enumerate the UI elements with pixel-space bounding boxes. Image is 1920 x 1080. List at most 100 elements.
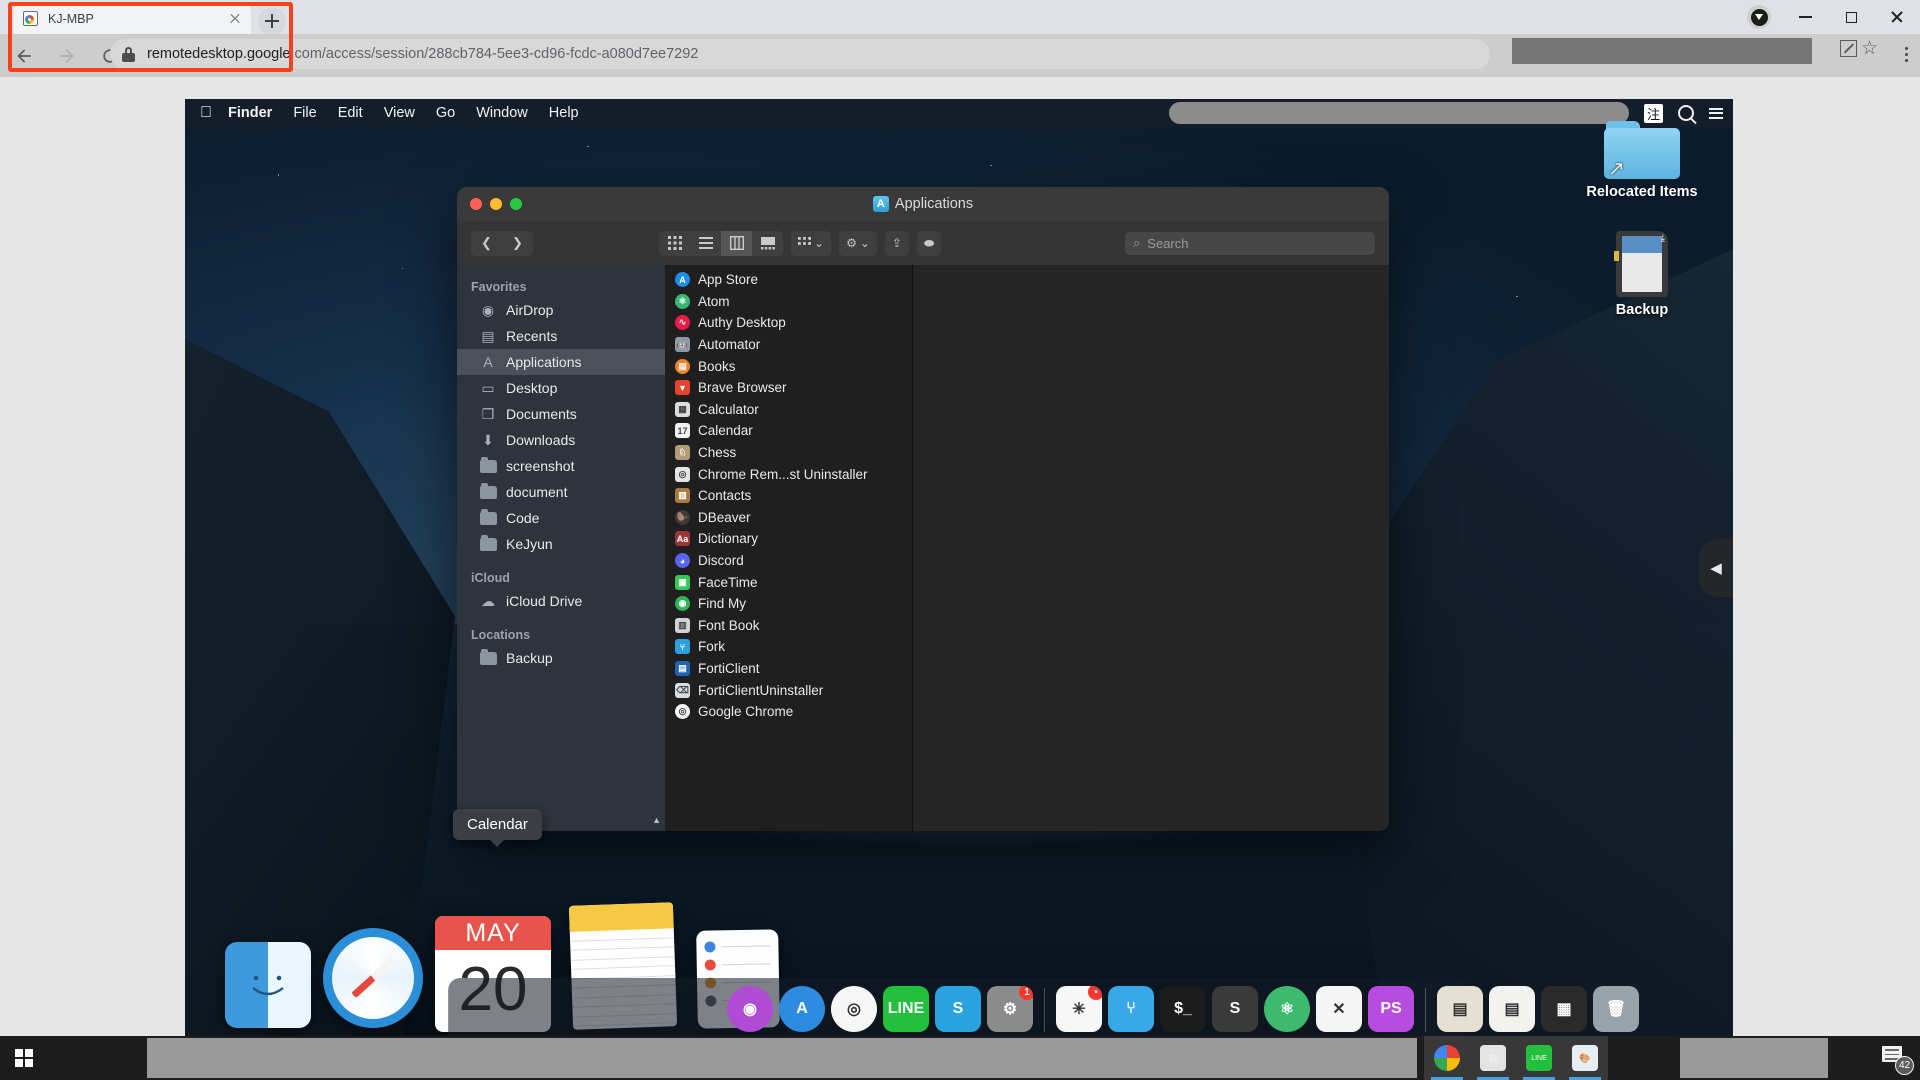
- group-by-button[interactable]: ⌄: [791, 230, 832, 256]
- application-list-item[interactable]: ▥ Font Book: [665, 615, 912, 637]
- forward-button[interactable]: [48, 37, 86, 75]
- dock-item-minimized-document[interactable]: ▤: [1489, 986, 1535, 1032]
- dock-item-podcasts[interactable]: ◉: [727, 986, 773, 1032]
- control-center-icon[interactable]: [1709, 107, 1723, 119]
- application-list-item[interactable]: ⌫ FortiClientUninstaller: [665, 679, 912, 701]
- list-view-button[interactable]: [690, 231, 721, 256]
- notifications-button[interactable]: 42: [1880, 1043, 1914, 1075]
- application-list-item[interactable]: 🤖 Automator: [665, 334, 912, 356]
- action-menu-button[interactable]: ⚙ ⌄: [839, 230, 877, 256]
- dock-item-line[interactable]: LINE: [883, 986, 929, 1032]
- macos-dock[interactable]: ◉ A ◎ LINE S ⚙ 1 ✳ • ⑂ $_ S ⚛ ✕ PS ▤ ▤ ▦ 🗑: [185, 974, 1733, 1036]
- taskbar-item-paint[interactable]: 🎨: [1562, 1036, 1608, 1080]
- maximize-button[interactable]: [1828, 0, 1874, 34]
- application-list-item[interactable]: A App Store: [665, 269, 912, 291]
- remote-desktop-panel-toggle[interactable]: ◀: [1699, 538, 1733, 597]
- sidebar-item-recents[interactable]: ▤ Recents: [457, 323, 665, 349]
- open-in-new-icon[interactable]: [1839, 40, 1857, 57]
- icon-view-button[interactable]: [659, 231, 690, 256]
- sidebar-item-kejyun[interactable]: KeJyun: [457, 531, 665, 557]
- sidebar-item-icloud-drive[interactable]: ☁ iCloud Drive: [457, 588, 665, 614]
- new-tab-button[interactable]: [258, 7, 286, 35]
- gallery-view-button[interactable]: [752, 231, 783, 256]
- application-list-item[interactable]: ♘ Chess: [665, 442, 912, 464]
- finder-column-applications[interactable]: A App Store ⚛ Atom ∿ Authy Desktop 🤖 Automator ▤…: [665, 265, 913, 831]
- menu-window[interactable]: Window: [476, 105, 528, 121]
- dock-item-terminal[interactable]: $_: [1160, 986, 1206, 1032]
- application-list-item[interactable]: ◉ Find My: [665, 593, 912, 615]
- sidebar-item-document[interactable]: document: [457, 479, 665, 505]
- apple-logo-icon[interactable]: : [200, 105, 212, 121]
- column-view-button[interactable]: [721, 230, 752, 256]
- sidebar-item-documents[interactable]: ❒ Documents: [457, 401, 665, 427]
- finder-search-field[interactable]: ⌕ Search: [1125, 231, 1375, 255]
- sidebar-item-backup[interactable]: Backup: [457, 645, 665, 671]
- finder-back-button[interactable]: ❮: [471, 231, 502, 256]
- dock-item-sublime-text[interactable]: S: [1212, 986, 1258, 1032]
- menu-help[interactable]: Help: [549, 105, 579, 121]
- finder-window[interactable]: A Applications ❮ ❯ ⌄ ⚙ ⌄ ⇪ ⬬ ⌕ Search Fa…: [457, 187, 1389, 831]
- kebab-menu-icon[interactable]: [1905, 47, 1908, 62]
- application-list-item[interactable]: ⚛ Atom: [665, 291, 912, 313]
- application-list-item[interactable]: ▦ Calculator: [665, 399, 912, 421]
- dock-item-system-preferences[interactable]: ⚙ 1: [987, 986, 1033, 1032]
- application-list-item[interactable]: ▤ FortiClient: [665, 658, 912, 680]
- dock-item-skype[interactable]: S: [935, 986, 981, 1032]
- address-bar[interactable]: remotedesktop.google.com/access/session/…: [110, 39, 1490, 69]
- taskbar-item-line[interactable]: LINE: [1516, 1036, 1562, 1080]
- back-button[interactable]: [5, 37, 43, 75]
- share-button[interactable]: ⇪: [884, 230, 909, 256]
- sidebar-item-applications[interactable]: A Applications: [457, 349, 665, 375]
- application-list-item[interactable]: ◎ Google Chrome: [665, 701, 912, 723]
- sidebar-item-code[interactable]: Code: [457, 505, 665, 531]
- spotlight-search-icon[interactable]: [1678, 105, 1694, 121]
- application-list-item[interactable]: ▥ Contacts: [665, 485, 912, 507]
- windows-start-button[interactable]: [0, 1036, 48, 1080]
- dock-item-trash[interactable]: 🗑: [1593, 986, 1639, 1032]
- menu-edit[interactable]: Edit: [338, 105, 363, 121]
- dock-item-minimized-window[interactable]: ▦: [1541, 986, 1587, 1032]
- finder-title-bar[interactable]: A Applications: [457, 187, 1389, 221]
- application-list-item[interactable]: ∿ Authy Desktop: [665, 312, 912, 334]
- dock-item-google-chrome[interactable]: ◎: [831, 986, 877, 1032]
- taskbar-item-chrome[interactable]: [1424, 1036, 1470, 1080]
- dock-item-app-store[interactable]: A: [779, 986, 825, 1032]
- dock-item-slack[interactable]: ✳ •: [1056, 986, 1102, 1032]
- application-list-item[interactable]: ▼ Brave Browser: [665, 377, 912, 399]
- tags-button[interactable]: ⬬: [916, 230, 942, 256]
- close-window-button[interactable]: [1874, 0, 1920, 34]
- desktop-icon-relocated-items[interactable]: ↗ Relocated Items: [1567, 121, 1717, 200]
- application-list-item[interactable]: ⑂ Fork: [665, 636, 912, 658]
- application-list-item[interactable]: ◕ Discord: [665, 550, 912, 572]
- menu-finder[interactable]: Finder: [228, 105, 272, 121]
- desktop-icon-backup[interactable]: ⤓ Backup: [1567, 231, 1717, 318]
- application-list-item[interactable]: Aa Dictionary: [665, 528, 912, 550]
- menu-go[interactable]: Go: [436, 105, 455, 121]
- sidebar-item-screenshot[interactable]: screenshot: [457, 453, 665, 479]
- download-button[interactable]: [1736, 0, 1782, 34]
- dock-item-atom[interactable]: ⚛: [1264, 986, 1310, 1032]
- dock-item-phpstorm[interactable]: PS: [1368, 986, 1414, 1032]
- menu-file[interactable]: File: [293, 105, 316, 121]
- application-list-item[interactable]: ▣ FaceTime: [665, 571, 912, 593]
- close-tab-icon[interactable]: [227, 11, 243, 27]
- minimize-button[interactable]: [1782, 0, 1828, 34]
- sidebar-item-downloads[interactable]: ⬇ Downloads: [457, 427, 665, 453]
- finder-sidebar[interactable]: Favorites ◉ AirDrop ▤ Recents A Application…: [457, 265, 665, 831]
- sidebar-scroll-indicator[interactable]: ▲: [652, 815, 661, 825]
- finder-forward-button[interactable]: ❯: [502, 231, 533, 256]
- sidebar-item-desktop[interactable]: ▭ Desktop: [457, 375, 665, 401]
- application-list-item[interactable]: 🦫 DBeaver: [665, 507, 912, 529]
- dock-item-visual-studio-code[interactable]: ✕: [1316, 986, 1362, 1032]
- menu-view[interactable]: View: [384, 105, 415, 121]
- taskbar-item-chrome-group[interactable]: ◎: [1470, 1036, 1516, 1080]
- input-method-icon[interactable]: 注: [1644, 103, 1663, 123]
- dock-item-fork[interactable]: ⑂: [1108, 986, 1154, 1032]
- application-list-item[interactable]: ▤ Books: [665, 355, 912, 377]
- remote-desktop-viewport[interactable]:  Finder File Edit View Go Window Help 注…: [185, 99, 1733, 1036]
- sidebar-item-airdrop[interactable]: ◉ AirDrop: [457, 297, 665, 323]
- application-list-item[interactable]: 17 Calendar: [665, 420, 912, 442]
- star-icon[interactable]: ☆: [1861, 39, 1878, 58]
- application-list-item[interactable]: ◎ Chrome Rem...st Uninstaller: [665, 463, 912, 485]
- dock-item-minimized-document[interactable]: ▤: [1437, 986, 1483, 1032]
